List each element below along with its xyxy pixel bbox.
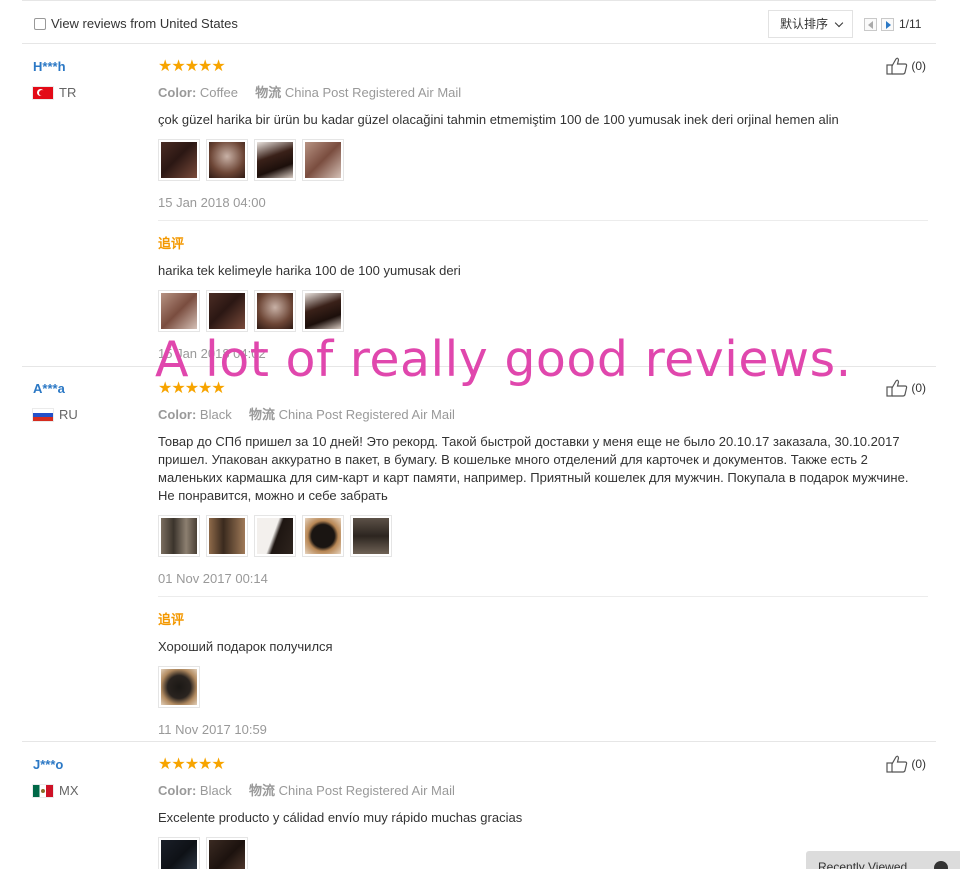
shipping-label: 物流 <box>255 85 282 100</box>
chevron-down-icon <box>834 18 844 28</box>
review-photo-thumb[interactable] <box>302 290 344 332</box>
followup-photos <box>158 666 928 708</box>
reviewer-name: J***o <box>33 757 64 772</box>
color-label: Color: <box>158 783 197 798</box>
reviewer-country: RU <box>33 407 78 422</box>
review-meta: Color: Black 物流 China Post Registered Ai… <box>158 780 928 799</box>
review-photo-thumb[interactable] <box>158 837 200 869</box>
followup-text: harika tek kelimeyle harika 100 de 100 y… <box>158 263 461 278</box>
reviewer-country: TR <box>33 85 76 100</box>
helpful-button[interactable]: (0) <box>886 57 926 75</box>
review-toolbar: View reviews from United States 默认排序 1/1… <box>22 0 936 44</box>
shipping-label: 物流 <box>248 783 275 798</box>
filter-us-checkbox[interactable] <box>34 18 46 30</box>
color-value: Black <box>199 783 232 798</box>
review-separator <box>22 366 936 367</box>
country-code: RU <box>59 407 78 422</box>
prev-page-button[interactable] <box>864 18 877 31</box>
review-photo-thumb[interactable] <box>254 515 296 557</box>
review-date: 15 Jan 2018 04:00 <box>158 195 266 210</box>
review-photo-thumb[interactable] <box>206 515 248 557</box>
review-photos <box>158 515 928 557</box>
rating-stars: ★★★★★ <box>158 756 226 773</box>
shipping-label: 物流 <box>248 407 275 422</box>
expand-icon <box>934 861 948 869</box>
review-text: Товар до СПб пришел за 10 дней! Это реко… <box>158 434 909 503</box>
color-value: Black <box>199 407 232 422</box>
turkey-flag-icon <box>33 86 53 99</box>
reviewer-name: H***h <box>33 59 66 74</box>
followup-date: 15 Jan 2018 04:02 <box>158 346 266 361</box>
country-code: TR <box>59 85 77 100</box>
thumbs-up-icon <box>886 755 908 773</box>
review-photo-thumb[interactable] <box>206 837 248 869</box>
shipping-value: China Post Registered Air Mail <box>278 783 455 798</box>
review-photo-thumb[interactable] <box>302 139 344 181</box>
followup-text: Хороший подарок получился <box>158 639 333 654</box>
helpful-button[interactable]: (0) <box>886 379 926 397</box>
review-photo-thumb[interactable] <box>206 139 248 181</box>
filter-us-label[interactable]: View reviews from United States <box>51 16 238 31</box>
review-photo-thumb[interactable] <box>254 139 296 181</box>
review-text: Excelente producto y cálidad envío muy r… <box>158 810 523 825</box>
helpful-button[interactable]: (0) <box>886 755 926 773</box>
review-photo-thumb[interactable] <box>254 290 296 332</box>
sort-dropdown[interactable]: 默认排序 <box>768 10 853 38</box>
recently-viewed-tab[interactable]: Recently Viewed <box>806 851 960 869</box>
review-photo-thumb[interactable] <box>158 290 200 332</box>
helpful-count: (0) <box>911 59 926 73</box>
followup-label: 追评 <box>158 612 185 627</box>
mexico-flag-icon <box>33 784 53 797</box>
review-photo-thumb[interactable] <box>158 666 200 708</box>
thumbs-up-icon <box>886 57 908 75</box>
color-label: Color: <box>158 407 197 422</box>
review-text: çok güzel harika bir ürün bu kadar güzel… <box>158 112 839 127</box>
recently-viewed-label: Recently Viewed <box>818 860 908 869</box>
thumbs-up-icon <box>886 379 908 397</box>
review-photo-thumb[interactable] <box>158 139 200 181</box>
followup-photos <box>158 290 928 332</box>
shipping-value: China Post Registered Air Mail <box>278 407 455 422</box>
russia-flag-icon <box>33 408 53 421</box>
review-photo-thumb[interactable] <box>206 290 248 332</box>
next-page-button[interactable] <box>881 18 894 31</box>
color-label: Color: <box>158 85 197 100</box>
review-photos <box>158 139 928 181</box>
color-value: Coffee <box>199 85 238 100</box>
page-indicator: 1/11 <box>899 17 922 31</box>
rating-stars: ★★★★★ <box>158 58 226 75</box>
followup-divider <box>158 220 928 221</box>
review-content: ★★★★★ Color: Coffee 物流 China Post Regist… <box>158 59 928 361</box>
helpful-count: (0) <box>911 381 926 395</box>
reviewer-country: MX <box>33 783 79 798</box>
followup-date: 11 Nov 2017 10:59 <box>158 722 267 737</box>
reviewer-name: A***a <box>33 381 65 396</box>
sort-dropdown-label: 默认排序 <box>780 17 829 31</box>
review-meta: Color: Coffee 物流 China Post Registered A… <box>158 82 928 101</box>
followup-divider <box>158 596 928 597</box>
shipping-value: China Post Registered Air Mail <box>284 85 462 100</box>
rating-stars: ★★★★★ <box>158 380 226 397</box>
review-photo-thumb[interactable] <box>158 515 200 557</box>
review-content: ★★★★★ Color: Black 物流 China Post Registe… <box>158 381 928 737</box>
review-photo-thumb[interactable] <box>302 515 344 557</box>
review-meta: Color: Black 物流 China Post Registered Ai… <box>158 404 928 423</box>
followup-label: 追评 <box>158 236 185 251</box>
review-separator <box>22 741 936 742</box>
country-code: MX <box>59 783 79 798</box>
helpful-count: (0) <box>911 757 926 771</box>
review-date: 01 Nov 2017 00:14 <box>158 571 268 586</box>
review-photo-thumb[interactable] <box>350 515 392 557</box>
